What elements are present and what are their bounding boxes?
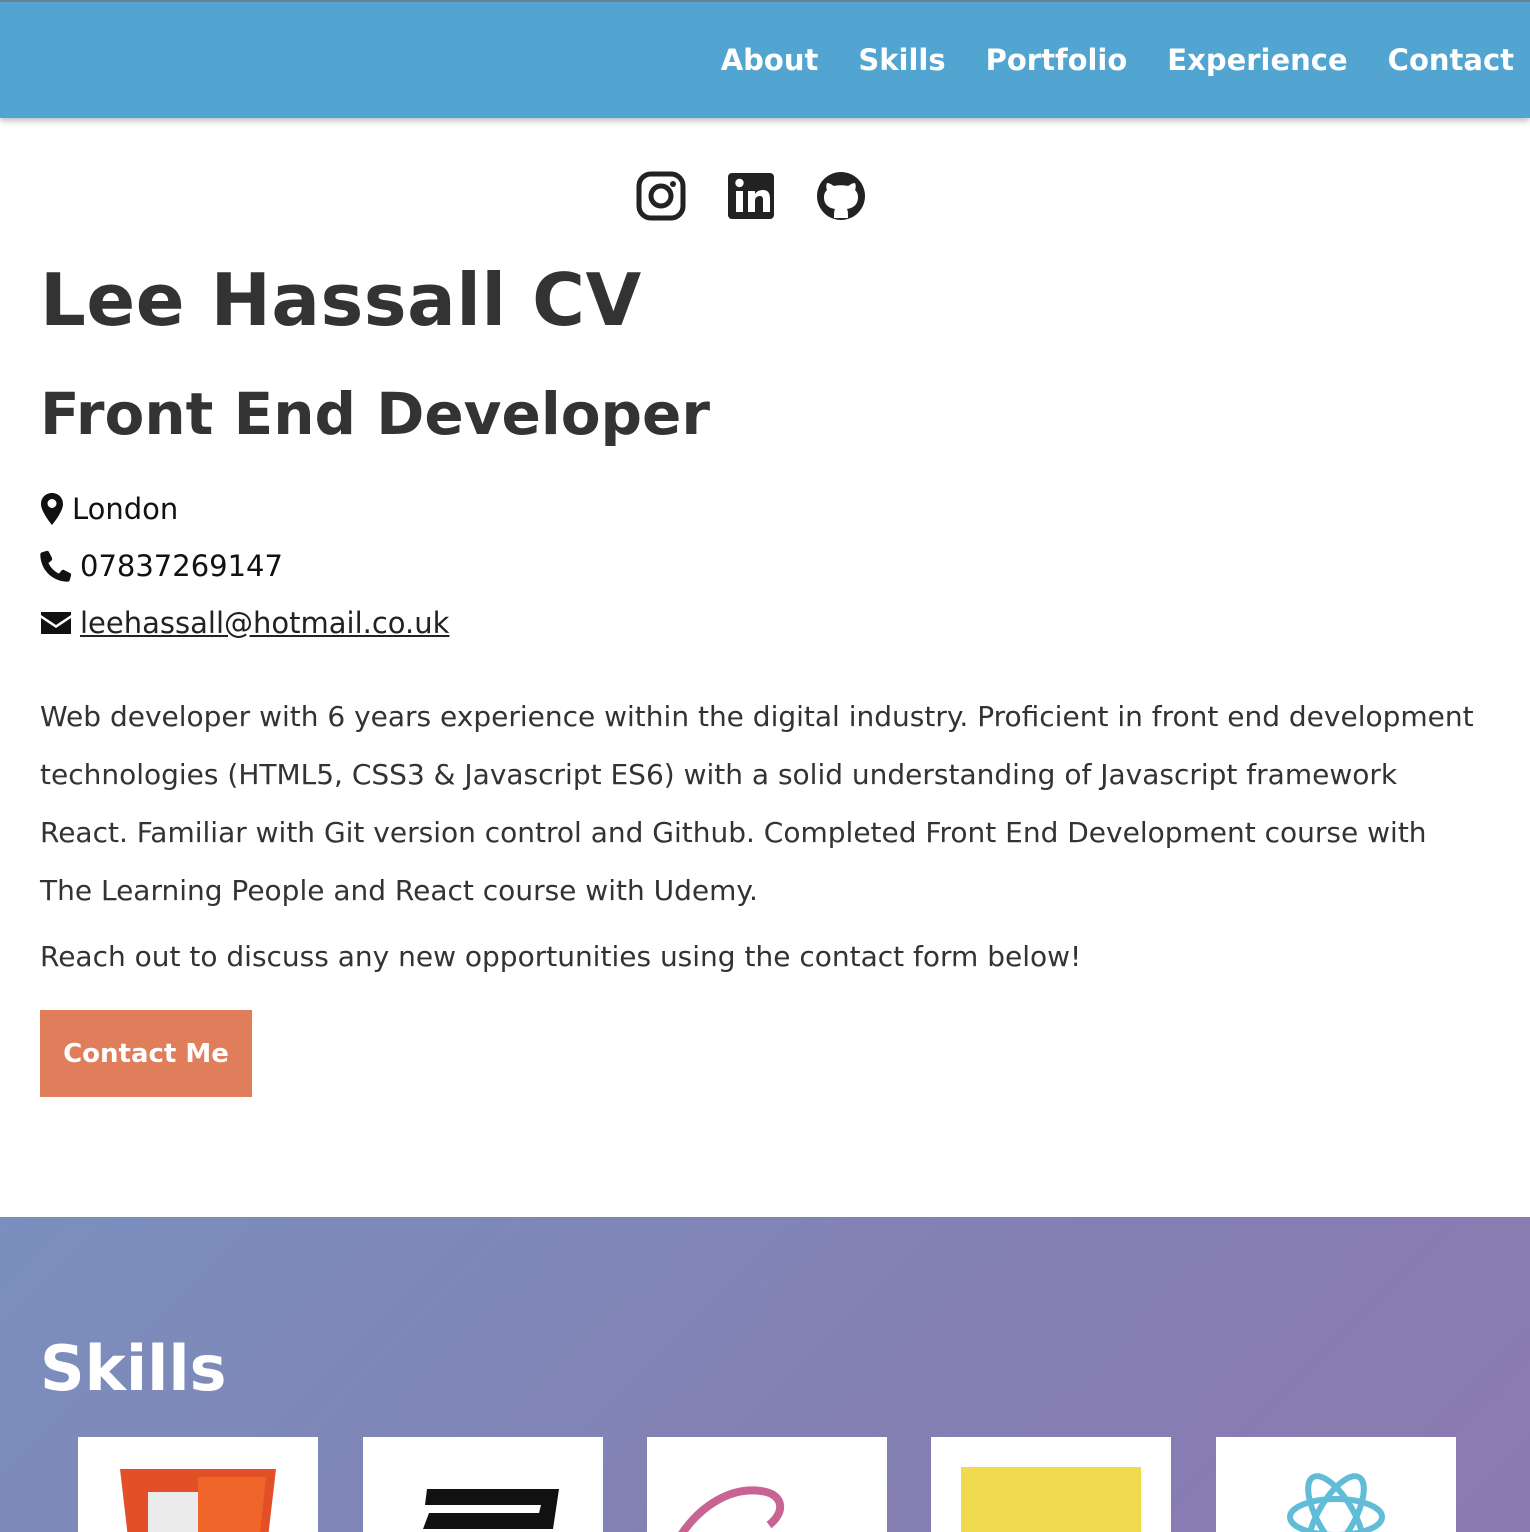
react-icon	[1216, 1437, 1456, 1532]
map-marker-icon	[40, 492, 64, 526]
nav-about[interactable]: About	[721, 43, 819, 77]
contact-me-button[interactable]: Contact Me	[40, 1010, 252, 1097]
nav-skills[interactable]: Skills	[858, 43, 945, 77]
html5-icon	[78, 1437, 318, 1532]
cta-text: Reach out to discuss any new opportuniti…	[40, 940, 1082, 973]
top-navbar: About Skills Portfolio Experience Contac…	[0, 0, 1530, 118]
social-links	[0, 170, 1530, 222]
javascript-icon	[931, 1437, 1171, 1532]
main-nav: About Skills Portfolio Experience Contac…	[721, 2, 1514, 118]
location-row: London	[40, 492, 178, 526]
envelope-icon	[40, 610, 72, 636]
skills-section: Skills	[0, 1217, 1530, 1532]
instagram-icon[interactable]	[635, 170, 687, 222]
nav-experience[interactable]: Experience	[1167, 43, 1347, 77]
page-title: Lee Hassall CV	[40, 258, 642, 342]
nav-contact[interactable]: Contact	[1388, 43, 1514, 77]
skills-heading: Skills	[40, 1332, 227, 1405]
sass-icon	[647, 1437, 887, 1532]
phone-text: 07837269147	[80, 549, 283, 583]
nav-portfolio[interactable]: Portfolio	[986, 43, 1128, 77]
email-row: leehassall@hotmail.co.uk	[40, 606, 449, 640]
phone-icon	[40, 550, 72, 582]
email-link[interactable]: leehassall@hotmail.co.uk	[80, 606, 449, 640]
bio-paragraph: Web developer with 6 years experience wi…	[40, 700, 1474, 907]
github-icon[interactable]	[815, 170, 867, 222]
phone-row: 07837269147	[40, 549, 283, 583]
css3-icon	[363, 1437, 603, 1532]
location-text: London	[72, 492, 179, 526]
linkedin-icon[interactable]	[725, 170, 777, 222]
page-subtitle: Front End Developer	[40, 380, 711, 448]
